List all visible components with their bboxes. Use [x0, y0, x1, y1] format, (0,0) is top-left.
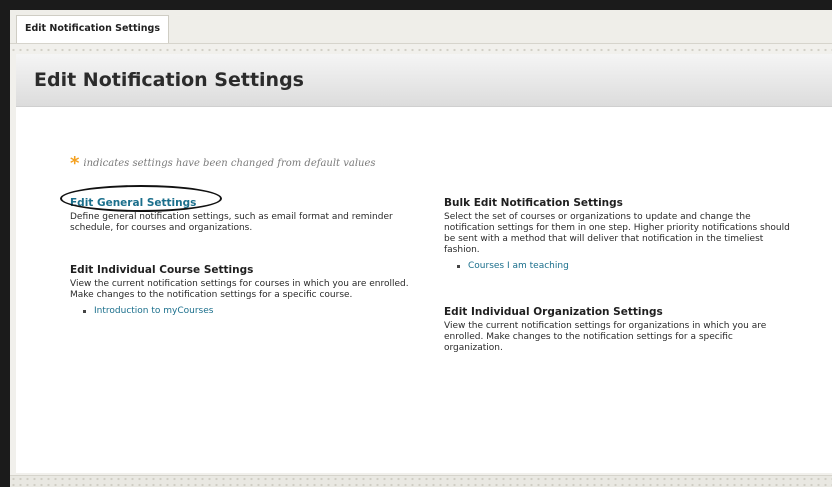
content-panel: Edit Notification Settings * indicates se…	[16, 54, 832, 473]
page-title: Edit Notification Settings	[34, 69, 304, 91]
window-frame: Edit Notification Settings Edit Notifica…	[10, 10, 832, 487]
page-header: Edit Notification Settings	[16, 54, 832, 107]
bulk-edit-heading: Bulk Edit Notification Settings	[444, 197, 623, 209]
bulk-edit-section: Bulk Edit Notification Settings Select t…	[444, 196, 794, 272]
asterisk-icon: *	[70, 153, 80, 174]
general-settings-description: Define general notification settings, su…	[70, 212, 393, 233]
tab-bar: Edit Notification Settings	[10, 10, 832, 44]
individual-course-section: Edit Individual Course Settings View the…	[70, 263, 410, 317]
course-link-introduction-to-mycourses[interactable]: Introduction to myCourses	[83, 305, 410, 317]
bulk-edit-description: Select the set of courses or organizatio…	[444, 212, 790, 255]
course-list: Introduction to myCourses	[70, 305, 410, 317]
individual-course-heading: Edit Individual Course Settings	[70, 264, 254, 276]
highlight-ellipse-annotation	[60, 185, 222, 212]
individual-org-heading: Edit Individual Organization Settings	[444, 306, 663, 318]
bulk-list: Courses I am teaching	[444, 260, 794, 272]
individual-org-section: Edit Individual Organization Settings Vi…	[444, 305, 794, 354]
footer-strip	[10, 475, 832, 487]
legend-text: indicates settings have been changed fro…	[83, 158, 376, 169]
individual-course-description: View the current notification settings f…	[70, 279, 409, 300]
changed-settings-legend: * indicates settings have been changed fr…	[70, 151, 376, 174]
decorative-strip	[10, 46, 832, 54]
tab-edit-notification-settings[interactable]: Edit Notification Settings	[16, 15, 169, 43]
individual-org-description: View the current notification settings f…	[444, 321, 767, 353]
courses-i-am-teaching-link[interactable]: Courses I am teaching	[457, 260, 794, 272]
